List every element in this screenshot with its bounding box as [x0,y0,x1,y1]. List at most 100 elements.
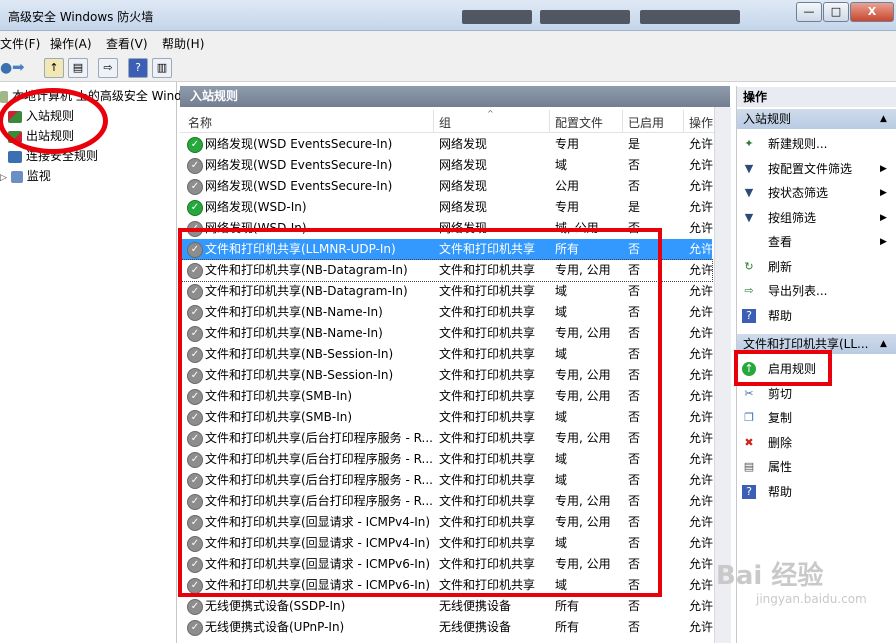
column-profile[interactable]: 配置文件 [555,114,603,131]
rule-enabled: 否 [628,410,641,424]
sort-arrow-icon: ^ [487,109,494,118]
action-item[interactable]: ✦ 新建规则... [738,133,888,155]
back-icon[interactable]: ● [0,60,12,76]
action-item[interactable]: ❐ 复制 [738,407,888,429]
rule-enabled: 否 [628,368,641,382]
tree-item-monitor[interactable]: ▷ 监视 [0,167,51,185]
rule-enabled: 否 [628,494,641,508]
action-item[interactable]: ↑ 启用规则 [738,358,888,380]
rule-profile: 专用 [555,137,580,151]
export-icon[interactable]: ⇨ [98,58,118,78]
table-row[interactable]: ✓ 文件和打印机共享(后台打印程序服务 - R... 文件和打印机共享 域 否 允许 [182,449,713,470]
submenu-arrow-icon: ▶ [880,212,887,223]
collapse-arrow-icon[interactable]: ▲ [880,334,887,354]
table-row[interactable]: ✓ 文件和打印机共享(NB-Datagram-In) 文件和打印机共享 专用, 公用 否… [181,259,713,282]
action-item[interactable]: 查看 ▶ [738,231,888,253]
minimize-button[interactable]: — [796,2,822,22]
show-action-pane-icon[interactable]: ▥ [152,58,172,78]
rule-enabled: 否 [628,515,641,529]
cut-icon: ✂ [744,386,754,400]
table-row[interactable]: ✓ 文件和打印机共享(NB-Session-In) 文件和打印机共享 域 否 允许 [182,344,713,365]
action-item[interactable]: ▤ 属性 [738,456,888,478]
close-button[interactable]: X [850,2,894,22]
table-row[interactable]: ✓ 文件和打印机共享(回显请求 - ICMPv6-In) 文件和打印机共享 域 否 允许 [182,575,713,596]
column-divider[interactable] [622,110,623,132]
action-label: 按组筛选 [768,210,817,225]
filter-icon: ▼ [744,210,754,224]
action-item[interactable]: ✂ 剪切 [738,383,888,405]
table-row[interactable]: ✓ 网络发现(WSD-In) 网络发现 域, 公用 否 允许 [182,218,713,239]
table-row[interactable]: ✓ 无线便携式设备(UPnP-In) 无线便携设备 所有 否 允许 [182,617,713,638]
rule-group: 文件和打印机共享 [439,263,536,277]
maximize-button[interactable]: □ [823,2,849,22]
rule-profile: 域 [555,536,568,550]
table-row[interactable]: ✓ 文件和打印机共享(SMB-In) 文件和打印机共享 域 否 允许 [182,407,713,428]
show-tree-icon[interactable]: ▤ [68,58,88,78]
table-row[interactable]: ✓ 文件和打印机共享(回显请求 - ICMPv4-In) 文件和打印机共享 域 否 允许 [182,533,713,554]
rule-group: 文件和打印机共享 [439,473,536,487]
menu-action[interactable]: 操作(A) [50,35,92,52]
rule-enabled: 否 [628,452,641,466]
rule-group: 网络发现 [439,158,488,172]
table-row[interactable]: ✓ 网络发现(WSD-In) 网络发现 专用 是 允许 [182,197,713,218]
rule-disabled-icon: ✓ [187,179,203,195]
rule-name: 文件和打印机共享(后台打印程序服务 - R... [205,473,433,487]
table-row[interactable]: ✓ 文件和打印机共享(NB-Session-In) 文件和打印机共享 专用, 公用 否 允… [182,365,713,386]
action-item[interactable]: ↻ 刷新 [738,256,888,278]
rule-profile: 域 [555,347,568,361]
column-action[interactable]: 操作 [689,114,713,131]
rule-profile: 域 [555,452,568,466]
table-row[interactable]: ✓ 网络发现(WSD EventsSecure-In) 网络发现 公用 否 允许 [182,176,713,197]
rule-profile: 专用, 公用 [555,263,611,277]
action-item[interactable]: ? 帮助 [738,481,888,503]
help-icon[interactable]: ? [128,58,148,78]
up-folder-icon[interactable]: ↑ [44,58,64,78]
action-item[interactable]: ▼ 按组筛选 ▶ [738,207,888,229]
table-row[interactable]: ✓ 文件和打印机共享(SMB-In) 文件和打印机共享 专用, 公用 否 允许 [182,386,713,407]
rule-group: 文件和打印机共享 [439,368,536,382]
rule-enabled: 是 [628,200,641,214]
menu-help[interactable]: 帮助(H) [162,35,204,52]
forward-icon[interactable]: ➡ [12,58,25,76]
rule-name: 网络发现(WSD EventsSecure-In) [205,179,393,193]
actions-section-inbound[interactable]: 入站规则 ▲ [737,109,896,129]
column-group[interactable]: 组 [439,114,451,131]
action-item[interactable]: ✖ 删除 [738,432,888,454]
table-row[interactable]: ✓ 文件和打印机共享(NB-Datagram-In) 文件和打印机共享 域 否 允许 [182,281,713,302]
submenu-arrow-icon: ▶ [880,188,887,198]
rule-disabled-icon: ✓ [187,389,203,405]
table-row[interactable]: ✓ 文件和打印机共享(NB-Name-In) 文件和打印机共享 域 否 允许 [182,302,713,323]
action-item[interactable]: ▼ 按状态筛选 ▶ [738,182,888,204]
table-row[interactable]: ✓ 无线便携式设备(SSDP-In) 无线便携设备 所有 否 允许 [182,596,713,617]
action-item[interactable]: ? 帮助 [738,305,888,327]
column-divider[interactable] [683,110,684,132]
column-divider[interactable] [549,110,550,132]
help-icon: ? [742,308,756,323]
table-row[interactable]: ✓ 文件和打印机共享(回显请求 - ICMPv4-In) 文件和打印机共享 专用, 公… [182,512,713,533]
action-label: 启用规则 [768,362,817,376]
filter-icon: ▼ [744,186,754,199]
collapse-arrow-icon[interactable]: ▲ [880,109,887,129]
table-row[interactable]: ✓ 文件和打印机共享(后台打印程序服务 - R... 文件和打印机共享 域 否 允许 [182,470,713,491]
column-name[interactable]: 名称 [188,114,212,131]
new-rule-icon: ✦ [744,137,754,150]
action-item[interactable]: ▼ 按配置文件筛选 ▶ [738,158,888,180]
menu-view[interactable]: 查看(V) [106,35,148,52]
table-row[interactable]: ✓ 网络发现(WSD EventsSecure-In) 网络发现 专用 是 允许 [182,134,713,155]
menu-file[interactable]: 文件(F) [0,35,40,52]
rule-name: 文件和打印机共享(NB-Name-In) [205,326,383,340]
table-row[interactable]: ✓ 文件和打印机共享(后台打印程序服务 - R... 文件和打印机共享 专用, 公用 否… [182,491,713,512]
actions-section-rule[interactable]: 文件和打印机共享(LL... ▲ [737,334,896,354]
table-row[interactable]: ✓ 文件和打印机共享(NB-Name-In) 文件和打印机共享 专用, 公用 否 允许 [182,323,713,344]
expand-arrow-icon[interactable]: ▷ [0,173,7,183]
properties-icon: ▤ [743,460,755,473]
column-enabled[interactable]: 已启用 [628,114,664,131]
action-label: 帮助 [768,308,793,323]
table-row[interactable]: ✓ 文件和打印机共享(后台打印程序服务 - R... 文件和打印机共享 专用, 公用 否… [182,428,713,449]
table-row[interactable]: ✓ 文件和打印机共享(LLMNR-UDP-In) 文件和打印机共享 所有 否 允许 [182,239,713,260]
rule-enabled: 否 [628,557,641,571]
action-item[interactable]: ⇨ 导出列表... [738,280,888,302]
table-row[interactable]: ✓ 网络发现(WSD EventsSecure-In) 网络发现 域 否 允许 [182,155,713,176]
table-row[interactable]: ✓ 文件和打印机共享(回显请求 - ICMPv6-In) 文件和打印机共享 专用, 公… [182,554,713,575]
column-divider[interactable] [433,110,434,132]
